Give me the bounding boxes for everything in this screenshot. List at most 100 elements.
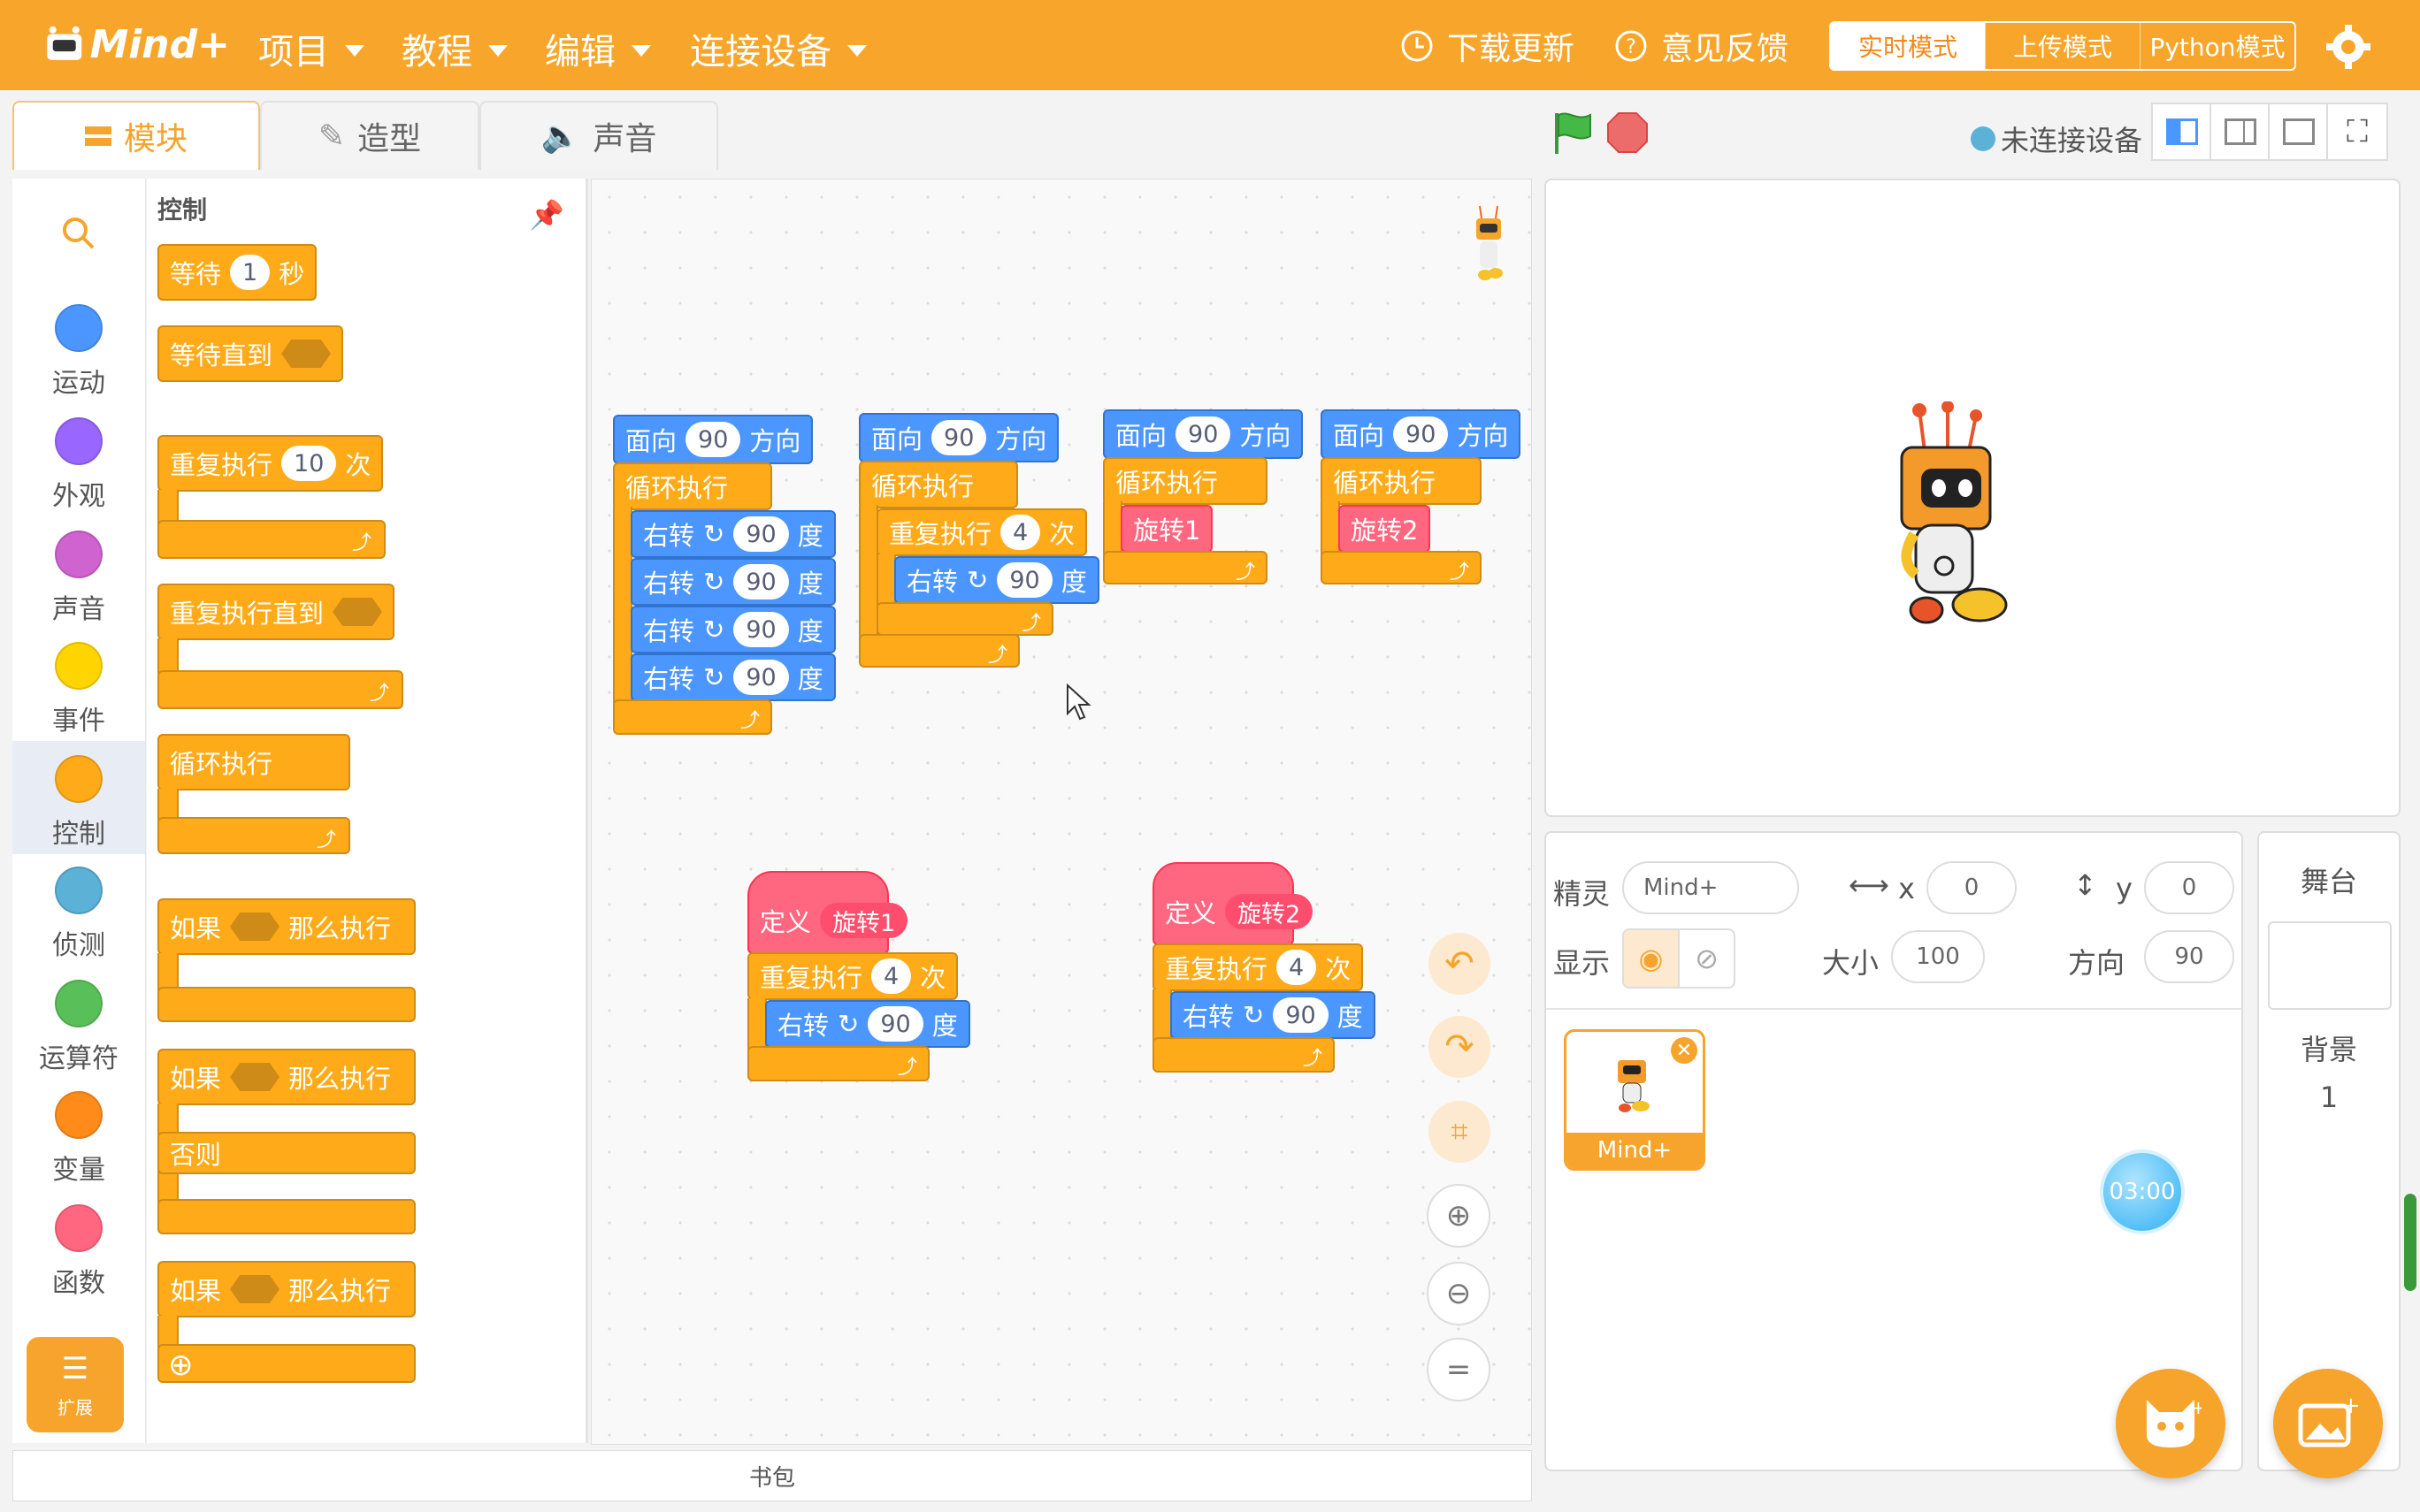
- block-forever[interactable]: 循环执行: [1103, 457, 1267, 505]
- block-wait-until[interactable]: 等待直到: [157, 325, 344, 382]
- fullscreen-button[interactable]: ⛶: [2326, 103, 2388, 161]
- eye-off-icon[interactable]: ⊘: [1678, 930, 1734, 987]
- c-block-foot: ⤴: [877, 602, 1053, 636]
- green-flag-icon[interactable]: [1551, 110, 1594, 159]
- divider: [1546, 1008, 2241, 1010]
- block-repeat[interactable]: 重复执行 10 次: [157, 435, 384, 492]
- zoom-reset-button[interactable]: =: [1427, 1338, 1490, 1401]
- undo-button[interactable]: ↶: [1428, 933, 1490, 995]
- block-if-else[interactable]: 如果 那么执行: [157, 1049, 416, 1105]
- eye-icon[interactable]: ◉: [1624, 930, 1678, 987]
- block-if-then-expandable[interactable]: 如果 那么执行: [157, 1261, 416, 1317]
- rotate-cw-icon: ↻: [1243, 1000, 1265, 1030]
- category-events[interactable]: 事件: [12, 637, 145, 743]
- rotate-cw-icon: ↻: [967, 565, 989, 595]
- block-repeat-until[interactable]: 重复执行直到: [157, 584, 395, 640]
- block-turn-right[interactable]: 右转 ↻ 90 度: [631, 558, 836, 606]
- add-sprite-button[interactable]: +: [2116, 1369, 2225, 1478]
- category-motion[interactable]: 运动: [12, 299, 145, 405]
- zoom-out-button[interactable]: ⊖: [1427, 1262, 1490, 1325]
- svg-text:+: +: [2341, 1397, 2359, 1419]
- pin-icon[interactable]: 📌: [529, 198, 564, 232]
- condition-slot: [281, 340, 332, 368]
- block-repeat[interactable]: 重复执行 4 次: [877, 508, 1088, 556]
- mindplus-robot-sprite[interactable]: [1889, 401, 2013, 644]
- sprite-label: 精灵: [1553, 877, 1611, 911]
- category-looks[interactable]: 外观: [12, 412, 145, 518]
- block-turn-right[interactable]: 右转 ↻ 90 度: [631, 606, 836, 653]
- block-define-rotate1[interactable]: 定义 旋转1: [747, 871, 908, 954]
- feedback-link[interactable]: ? 意见反馈: [1613, 23, 1788, 69]
- stage-canvas[interactable]: [1544, 179, 2401, 817]
- tab-sounds[interactable]: 🔈 声音: [479, 101, 718, 170]
- realtime-mode-button[interactable]: 实时模式: [1831, 23, 1985, 69]
- block-face-direction[interactable]: 面向 90 方向: [859, 413, 1060, 462]
- upload-mode-button[interactable]: 上传模式: [1985, 23, 2140, 69]
- category-dot: [55, 642, 103, 690]
- block-forever[interactable]: 循环执行: [859, 461, 1018, 508]
- direction-input[interactable]: 90: [2144, 930, 2234, 983]
- visibility-toggle: ◉ ⊘: [1622, 928, 1735, 989]
- block-forever[interactable]: 循环执行: [613, 462, 772, 510]
- small-stage-button[interactable]: [2151, 103, 2213, 161]
- sprite-name-input[interactable]: Mind+: [1622, 861, 1799, 914]
- undo-icon: ↶: [1444, 943, 1474, 984]
- block-wait[interactable]: 等待 1 秒: [157, 244, 318, 301]
- category-sound[interactable]: 声音: [12, 525, 145, 631]
- stop-icon[interactable]: [1606, 111, 1649, 157]
- extension-button[interactable]: ☰ 扩展: [27, 1337, 124, 1432]
- cleanup-button[interactable]: ⌗: [1428, 1101, 1490, 1163]
- y-input[interactable]: 0: [2144, 861, 2234, 914]
- block-call-rotate2[interactable]: 旋转2: [1338, 505, 1431, 553]
- menu-project[interactable]: 项目: [258, 23, 364, 74]
- category-functions[interactable]: 函数: [12, 1199, 145, 1305]
- block-turn-right[interactable]: 右转 ↻ 90 度: [765, 1000, 970, 1048]
- stage-selector-panel[interactable]: 舞台 背景 1 +: [2257, 831, 2401, 1478]
- block-turn-right[interactable]: 右转 ↻ 90 度: [631, 510, 836, 558]
- category-sensing[interactable]: 侦测: [12, 861, 145, 967]
- redo-button[interactable]: ↷: [1428, 1016, 1490, 1078]
- plus-circle-icon[interactable]: ⊕: [168, 1348, 194, 1383]
- block-forever[interactable]: 循环执行: [1321, 457, 1482, 505]
- c-block-foot: ⤴: [157, 520, 386, 559]
- block-face-direction[interactable]: 面向 90 方向: [613, 415, 814, 464]
- block-call-rotate1[interactable]: 旋转1: [1121, 505, 1214, 553]
- block-define-rotate2[interactable]: 定义 旋转2: [1153, 862, 1313, 945]
- sprite-thumbnail[interactable]: Mind+ ✕: [1564, 1029, 1705, 1171]
- block-turn-right[interactable]: 右转 ↻ 90 度: [1170, 991, 1375, 1039]
- normal-stage-button[interactable]: [2209, 103, 2271, 161]
- category-control[interactable]: 控制: [12, 741, 145, 854]
- block-repeat[interactable]: 重复执行 4 次: [747, 952, 959, 1000]
- gear-icon[interactable]: [2324, 23, 2372, 74]
- zoom-in-button[interactable]: ⊕: [1427, 1184, 1490, 1248]
- large-stage-button[interactable]: [2268, 103, 2330, 161]
- tab-costumes[interactable]: ✎ 造型: [260, 101, 479, 170]
- menu-edit[interactable]: 编辑: [545, 23, 651, 74]
- scrollbar-thumb[interactable]: [2404, 1194, 2416, 1291]
- stage-thumbnail[interactable]: [2268, 921, 2392, 1010]
- block-forever[interactable]: 循环执行: [157, 734, 350, 790]
- script-workspace[interactable]: 面向 90 方向 循环执行 右转 ↻ 90 度 右转 ↻ 90 度 右转 ↻ 90 度 右转 ↻ 90 度 …: [591, 179, 1532, 1445]
- c-block-foot: ⤴: [613, 699, 772, 735]
- tab-blocks[interactable]: 模块: [12, 101, 260, 170]
- python-mode-button[interactable]: Python模式: [2140, 23, 2294, 69]
- block-turn-right[interactable]: 右转 ↻ 90 度: [894, 556, 1099, 604]
- equals-icon: =: [1445, 1352, 1472, 1387]
- x-input[interactable]: 0: [1926, 861, 2017, 914]
- block-face-direction[interactable]: 面向 90 方向: [1321, 409, 1521, 459]
- block-repeat[interactable]: 重复执行 4 次: [1153, 943, 1364, 991]
- delete-sprite-icon[interactable]: ✕: [1671, 1037, 1697, 1064]
- block-if-then[interactable]: 如果 那么执行: [157, 898, 416, 955]
- backpack-bar[interactable]: 书包: [12, 1450, 1532, 1501]
- block-face-direction[interactable]: 面向 90 方向: [1103, 409, 1304, 459]
- size-input[interactable]: 100: [1891, 930, 1985, 983]
- add-backdrop-button[interactable]: +: [2273, 1369, 2383, 1478]
- category-variables[interactable]: 变量: [12, 1086, 145, 1192]
- block-turn-right[interactable]: 右转 ↻ 90 度: [631, 653, 836, 701]
- menu-tutorial[interactable]: 教程: [402, 23, 508, 74]
- layout-normal-icon: [2225, 118, 2256, 145]
- category-operators[interactable]: 运算符: [12, 974, 145, 1081]
- menu-connect-device[interactable]: 连接设备: [690, 23, 867, 74]
- search-button[interactable]: [12, 196, 145, 302]
- download-update-link[interactable]: 下载更新: [1399, 23, 1574, 69]
